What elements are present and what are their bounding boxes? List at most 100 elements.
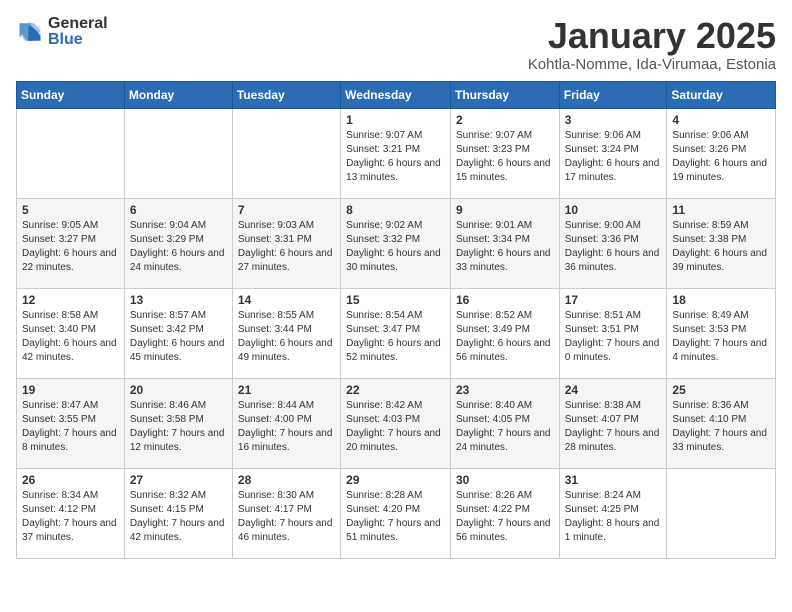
day-info: Sunrise: 8:52 AM Sunset: 3:49 PM Dayligh… — [456, 309, 554, 365]
day-number: 25 — [672, 383, 770, 397]
header-cell-saturday: Saturday — [667, 81, 776, 108]
day-cell: 12 Sunrise: 8:58 AM Sunset: 3:40 PM Dayli… — [17, 288, 125, 378]
day-number: 21 — [238, 383, 335, 397]
title-area: January 2025 Kohtla-Nomme, Ida-Virumaa, … — [528, 16, 776, 73]
day-info: Sunrise: 8:49 AM Sunset: 3:53 PM Dayligh… — [672, 309, 770, 365]
logo-blue: Blue — [48, 31, 83, 48]
day-cell: 16 Sunrise: 8:52 AM Sunset: 3:49 PM Dayli… — [450, 288, 559, 378]
week-row-4: 19Sunrise: 8:47 AM Sunset: 3:55 PM Dayli… — [17, 378, 776, 468]
day-info: Sunrise: 9:07 AM Sunset: 3:21 PM Dayligh… — [346, 129, 445, 185]
day-number: 12 — [22, 293, 119, 307]
day-number: 26 — [22, 473, 119, 487]
day-cell: 9 Sunrise: 9:01 AM Sunset: 3:34 PM Daylig… — [450, 198, 559, 288]
day-info: Sunrise: 8:28 AM Sunset: 4:20 PM Dayligh… — [346, 489, 445, 545]
day-info: Sunrise: 9:04 AM Sunset: 3:29 PM Dayligh… — [130, 219, 227, 275]
day-cell: 10 Sunrise: 9:00 AM Sunset: 3:36 PM Dayli… — [559, 198, 667, 288]
day-cell: 30Sunrise: 8:26 AM Sunset: 4:22 PM Dayli… — [450, 468, 559, 558]
day-cell: 17 Sunrise: 8:51 AM Sunset: 3:51 PM Dayli… — [559, 288, 667, 378]
day-info: Sunrise: 8:24 AM Sunset: 4:25 PM Dayligh… — [565, 489, 662, 545]
day-cell — [124, 108, 232, 198]
logo-icon — [16, 18, 44, 46]
day-cell: 7Sunrise: 9:03 AM Sunset: 3:31 PM Daylig… — [232, 198, 340, 288]
day-info: Sunrise: 8:36 AM Sunset: 4:10 PM Dayligh… — [672, 399, 770, 455]
day-cell: 26 Sunrise: 8:34 AM Sunset: 4:12 PM Dayli… — [17, 468, 125, 558]
header-cell-wednesday: Wednesday — [341, 81, 451, 108]
day-cell: 3Sunrise: 9:06 AM Sunset: 3:24 PM Daylig… — [559, 108, 667, 198]
day-number: 14 — [238, 293, 335, 307]
day-cell: 31 Sunrise: 8:24 AM Sunset: 4:25 PM Dayli… — [559, 468, 667, 558]
day-cell: 14 Sunrise: 8:55 AM Sunset: 3:44 PM Dayli… — [232, 288, 340, 378]
day-number: 6 — [130, 203, 227, 217]
day-info: Sunrise: 8:57 AM Sunset: 3:42 PM Dayligh… — [130, 309, 227, 365]
day-cell: 11 Sunrise: 8:59 AM Sunset: 3:38 PM Dayli… — [667, 198, 776, 288]
day-info: Sunrise: 8:34 AM Sunset: 4:12 PM Dayligh… — [22, 489, 119, 545]
day-cell — [17, 108, 125, 198]
day-info: Sunrise: 8:32 AM Sunset: 4:15 PM Dayligh… — [130, 489, 227, 545]
day-info: Sunrise: 9:02 AM Sunset: 3:32 PM Dayligh… — [346, 219, 445, 275]
day-cell: 24Sunrise: 8:38 AM Sunset: 4:07 PM Dayli… — [559, 378, 667, 468]
day-cell: 2Sunrise: 9:07 AM Sunset: 3:23 PM Daylig… — [450, 108, 559, 198]
day-number: 20 — [130, 383, 227, 397]
day-info: Sunrise: 8:47 AM Sunset: 3:55 PM Dayligh… — [22, 399, 119, 455]
header-cell-sunday: Sunday — [17, 81, 125, 108]
day-number: 31 — [565, 473, 662, 487]
calendar-header: SundayMondayTuesdayWednesdayThursdayFrid… — [17, 81, 776, 108]
day-info: Sunrise: 8:59 AM Sunset: 3:38 PM Dayligh… — [672, 219, 770, 275]
day-number: 27 — [130, 473, 227, 487]
day-cell: 22Sunrise: 8:42 AM Sunset: 4:03 PM Dayli… — [341, 378, 451, 468]
day-cell: 15Sunrise: 8:54 AM Sunset: 3:47 PM Dayli… — [341, 288, 451, 378]
day-info: Sunrise: 8:51 AM Sunset: 3:51 PM Dayligh… — [565, 309, 662, 365]
day-info: Sunrise: 8:26 AM Sunset: 4:22 PM Dayligh… — [456, 489, 554, 545]
day-cell: 8 Sunrise: 9:02 AM Sunset: 3:32 PM Daylig… — [341, 198, 451, 288]
day-number: 1 — [346, 113, 445, 127]
calendar-title: January 2025 — [528, 16, 776, 56]
day-cell: 25 Sunrise: 8:36 AM Sunset: 4:10 PM Dayli… — [667, 378, 776, 468]
day-number: 2 — [456, 113, 554, 127]
logo-general: General — [48, 15, 108, 32]
day-number: 10 — [565, 203, 662, 217]
logo: General Blue — [16, 16, 108, 48]
calendar-table: SundayMondayTuesdayWednesdayThursdayFrid… — [16, 81, 776, 559]
day-number: 8 — [346, 203, 445, 217]
header-cell-thursday: Thursday — [450, 81, 559, 108]
header-cell-tuesday: Tuesday — [232, 81, 340, 108]
calendar-body: 1 Sunrise: 9:07 AM Sunset: 3:21 PM Daylig… — [17, 108, 776, 558]
week-row-2: 5Sunrise: 9:05 AM Sunset: 3:27 PM Daylig… — [17, 198, 776, 288]
day-cell: 20 Sunrise: 8:46 AM Sunset: 3:58 PM Dayli… — [124, 378, 232, 468]
day-number: 23 — [456, 383, 554, 397]
day-cell: 1 Sunrise: 9:07 AM Sunset: 3:21 PM Daylig… — [341, 108, 451, 198]
day-info: Sunrise: 8:54 AM Sunset: 3:47 PM Dayligh… — [346, 309, 445, 365]
day-info: Sunrise: 8:46 AM Sunset: 3:58 PM Dayligh… — [130, 399, 227, 455]
day-number: 13 — [130, 293, 227, 307]
calendar-subtitle: Kohtla-Nomme, Ida-Virumaa, Estonia — [528, 56, 776, 73]
day-number: 24 — [565, 383, 662, 397]
day-info: Sunrise: 8:30 AM Sunset: 4:17 PM Dayligh… — [238, 489, 335, 545]
day-number: 17 — [565, 293, 662, 307]
day-info: Sunrise: 9:00 AM Sunset: 3:36 PM Dayligh… — [565, 219, 662, 275]
header-cell-friday: Friday — [559, 81, 667, 108]
day-number: 5 — [22, 203, 119, 217]
header: General Blue January 2025 Kohtla-Nomme, … — [16, 16, 776, 73]
day-info: Sunrise: 8:58 AM Sunset: 3:40 PM Dayligh… — [22, 309, 119, 365]
day-info: Sunrise: 8:40 AM Sunset: 4:05 PM Dayligh… — [456, 399, 554, 455]
logo-text-group: General Blue — [48, 16, 108, 48]
day-info: Sunrise: 9:01 AM Sunset: 3:34 PM Dayligh… — [456, 219, 554, 275]
week-row-5: 26 Sunrise: 8:34 AM Sunset: 4:12 PM Dayli… — [17, 468, 776, 558]
day-number: 22 — [346, 383, 445, 397]
day-info: Sunrise: 8:44 AM Sunset: 4:00 PM Dayligh… — [238, 399, 335, 455]
day-cell: 4Sunrise: 9:06 AM Sunset: 3:26 PM Daylig… — [667, 108, 776, 198]
day-number: 9 — [456, 203, 554, 217]
day-number: 11 — [672, 203, 770, 217]
day-number: 28 — [238, 473, 335, 487]
day-info: Sunrise: 8:55 AM Sunset: 3:44 PM Dayligh… — [238, 309, 335, 365]
day-number: 16 — [456, 293, 554, 307]
day-cell: 28 Sunrise: 8:30 AM Sunset: 4:17 PM Dayli… — [232, 468, 340, 558]
day-cell: 27 Sunrise: 8:32 AM Sunset: 4:15 PM Dayli… — [124, 468, 232, 558]
day-info: Sunrise: 9:06 AM Sunset: 3:24 PM Dayligh… — [565, 129, 662, 185]
day-cell: 13 Sunrise: 8:57 AM Sunset: 3:42 PM Dayli… — [124, 288, 232, 378]
day-cell: 18Sunrise: 8:49 AM Sunset: 3:53 PM Dayli… — [667, 288, 776, 378]
day-cell: 23 Sunrise: 8:40 AM Sunset: 4:05 PM Dayli… — [450, 378, 559, 468]
day-number: 4 — [672, 113, 770, 127]
day-number: 29 — [346, 473, 445, 487]
day-cell — [667, 468, 776, 558]
